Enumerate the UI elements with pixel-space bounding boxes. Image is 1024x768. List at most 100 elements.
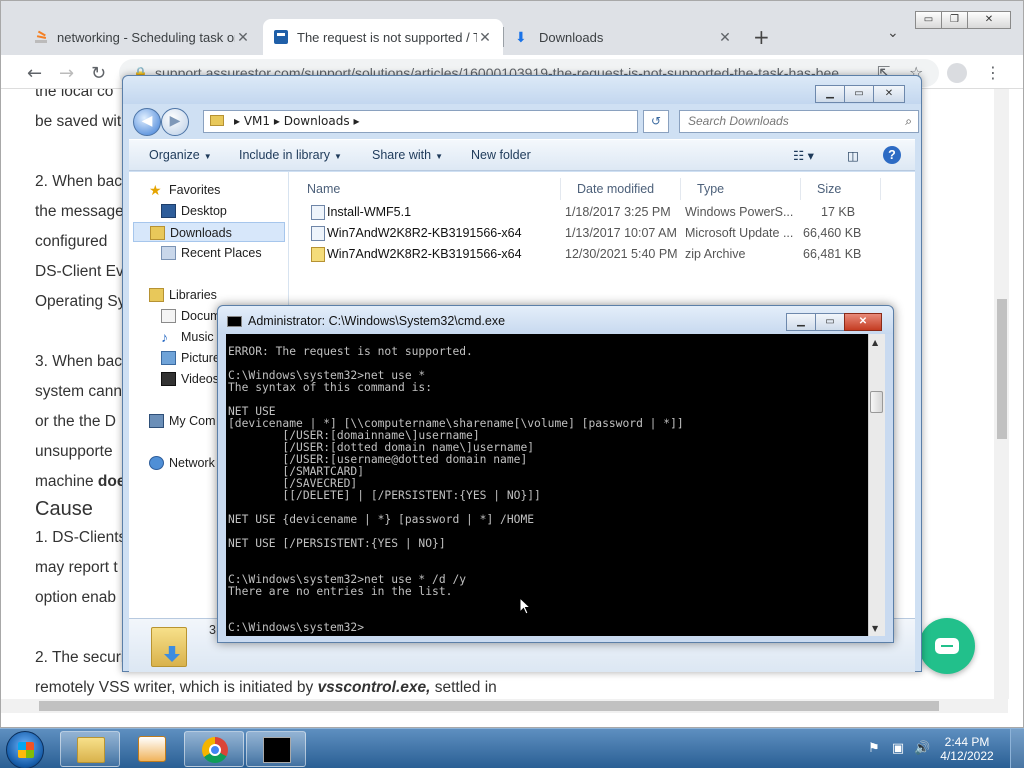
console-output[interactable]: ERROR: The request is not supported. C:\… [226, 334, 868, 636]
restore-button[interactable]: ❐ [941, 11, 968, 29]
file-row[interactable]: Install-WMF5.1 1/18/2017 3:25 PM Windows… [291, 202, 915, 223]
nav-pictures[interactable]: Picture [161, 348, 220, 368]
nav-downloads[interactable]: Downloads [133, 222, 285, 242]
nav-libraries[interactable]: Libraries [149, 285, 217, 305]
file-size: 17 KB [821, 205, 856, 219]
refresh-button[interactable]: ↺ [643, 110, 669, 133]
include-in-library-menu[interactable]: Include in library ▼ [239, 148, 342, 162]
file-type: Microsoft Update ... [685, 226, 794, 240]
new-folder-button[interactable]: New folder [471, 148, 531, 162]
profile-avatar[interactable] [947, 63, 967, 83]
tab-search-button[interactable]: ⌄ [887, 25, 899, 41]
minimize-button[interactable]: ▁ [815, 85, 845, 103]
taskbar-explorer[interactable] [60, 731, 120, 767]
maximize-button[interactable]: ▭ [815, 313, 845, 331]
maximize-button[interactable]: ▭ [844, 85, 874, 103]
column-header-size[interactable]: Size [801, 178, 881, 200]
explorer-address-row: ◀ ▶ ▸ VM1 ▸ Downloads ▸ ↺ Search Downloa… [131, 106, 919, 136]
download-icon: ⬇ [515, 29, 527, 45]
forward-button[interactable]: ▶ [161, 108, 189, 136]
console-text: ERROR: The request is not supported. C:\… [228, 345, 684, 634]
column-header-name[interactable]: Name [291, 178, 561, 200]
console-scroll-thumb[interactable] [870, 391, 883, 413]
music-icon: ♪ [161, 329, 168, 345]
close-button[interactable]: ✕ [967, 11, 1011, 29]
page-hscroll-thumb[interactable] [39, 701, 939, 711]
include-label: Include in library [239, 148, 331, 162]
article-line: remotely VSS writer, which is initiated … [35, 679, 497, 697]
close-button[interactable]: ✕ [844, 313, 882, 331]
help-icon[interactable]: ? [883, 146, 901, 164]
preview-pane-icon[interactable]: ◫ [847, 148, 859, 163]
breadcrumb-vm1[interactable]: VM1 [244, 114, 270, 128]
close-tab-icon[interactable]: ✕ [235, 29, 251, 46]
article-text: machine [35, 473, 98, 490]
minimize-button[interactable]: ▁ [786, 313, 816, 331]
article-line: may report t [35, 559, 118, 576]
console-scrollbar[interactable] [868, 334, 885, 636]
breadcrumb-downloads[interactable]: Downloads [284, 114, 350, 128]
tab-title: networking - Scheduling task on [57, 29, 235, 45]
show-desktop-button[interactable] [1010, 729, 1024, 768]
file-name: Win7AndW2K8R2-KB3191566-x64 [327, 226, 522, 240]
nav-network[interactable]: Network [149, 453, 215, 473]
tab-request-not-supported[interactable]: The request is not supported / Th ✕ [263, 19, 503, 55]
back-button[interactable]: ◀ [133, 108, 161, 136]
explorer-window-controls: ▁ ▭ ✕ [815, 85, 905, 103]
nav-computer[interactable]: My Com [149, 411, 216, 431]
taskbar-chrome[interactable] [184, 731, 244, 767]
new-tab-button[interactable]: + [753, 25, 770, 49]
forward-button[interactable]: → [59, 63, 74, 84]
taskbar-media-player[interactable] [122, 731, 182, 767]
start-button[interactable] [6, 731, 44, 768]
page-scroll-thumb[interactable] [997, 299, 1007, 439]
file-row[interactable]: Win7AndW2K8R2-KB3191566-x64 12/30/2021 5… [291, 244, 915, 265]
cmd-title-text: Administrator: C:\Windows\System32\cmd.e… [248, 314, 506, 328]
chrome-menu-icon[interactable]: ⋮ [985, 63, 1001, 82]
explorer-titlebar[interactable]: ▁ ▭ ✕ [123, 76, 921, 104]
scroll-down-arrow-icon[interactable]: ▼ [872, 624, 878, 633]
nav-documents[interactable]: Docum [161, 306, 221, 326]
file-date: 1/18/2017 3:25 PM [565, 205, 671, 219]
nav-music[interactable]: ♪ Music [161, 327, 214, 347]
article-line: 2. When bac [35, 173, 123, 190]
pictures-icon [161, 351, 176, 365]
tab-downloads[interactable]: ⬇ Downloads ✕ [505, 19, 743, 55]
clock-date: 4/12/2022 [940, 749, 994, 763]
action-center-icon[interactable]: ⚑ [866, 741, 882, 757]
search-input[interactable]: Search Downloads ⌕ [679, 110, 919, 133]
tab-networking[interactable]: networking - Scheduling task on ✕ [23, 19, 261, 55]
reload-button[interactable]: ↻ [91, 63, 106, 84]
file-name: Install-WMF5.1 [327, 205, 412, 219]
article-line: the message [35, 203, 124, 220]
column-header-date[interactable]: Date modified [561, 178, 681, 200]
file-row[interactable]: Win7AndW2K8R2-KB3191566-x64 1/13/2017 10… [291, 223, 915, 244]
explorer-address-bar[interactable]: ▸ VM1 ▸ Downloads ▸ [203, 110, 638, 133]
cmd-titlebar[interactable]: Administrator: C:\Windows\System32\cmd.e… [218, 306, 893, 334]
nav-favorites[interactable]: ★ Favorites [149, 180, 220, 200]
close-tab-icon[interactable]: ✕ [477, 29, 493, 46]
volume-icon[interactable]: 🔊 [914, 741, 930, 757]
share-with-menu[interactable]: Share with ▼ [372, 148, 443, 162]
back-button[interactable]: ← [27, 63, 42, 84]
column-header-type[interactable]: Type [681, 178, 801, 200]
file-size: 66,481 KB [803, 247, 862, 261]
minimize-button[interactable]: ▭ [915, 11, 942, 29]
nav-videos[interactable]: Videos [161, 369, 219, 389]
file-type: zip Archive [685, 247, 746, 261]
nav-desktop[interactable]: Desktop [161, 201, 227, 221]
chat-widget-button[interactable] [919, 618, 975, 674]
scroll-up-arrow-icon[interactable]: ▲ [872, 338, 878, 347]
system-clock[interactable]: 2:44 PM 4/12/2022 [936, 735, 998, 763]
organize-menu[interactable]: Organize ▼ [149, 148, 212, 162]
tab-title: Downloads [539, 29, 604, 45]
network-icon[interactable]: ▣ [890, 741, 906, 757]
nav-recent-places[interactable]: Recent Places [161, 243, 262, 263]
taskbar: ⚑ ▣ 🔊 2:44 PM 4/12/2022 [0, 728, 1024, 768]
view-options-icon[interactable]: ☷ ▾ [793, 148, 814, 163]
videos-icon [161, 372, 176, 386]
taskbar-cmd[interactable] [246, 731, 306, 767]
close-button[interactable]: ✕ [873, 85, 905, 103]
close-tab-icon[interactable]: ✕ [717, 29, 733, 46]
nav-label: Music [181, 330, 214, 344]
